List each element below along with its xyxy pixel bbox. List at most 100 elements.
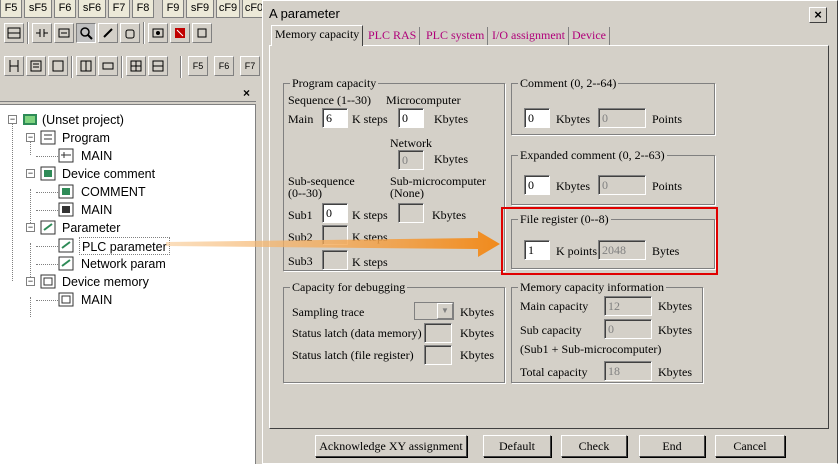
file-register-highlight	[501, 207, 718, 275]
status-latch-file-input[interactable]	[424, 345, 452, 365]
submicro-kbytes-label: Kbytes	[432, 208, 466, 222]
sub-capacity-note: (Sub1 + Sub-microcomputer)	[520, 342, 662, 356]
expanded-comment-points-label: Points	[652, 179, 683, 193]
latch-data-kbytes-label: Kbytes	[460, 326, 494, 340]
expanded-comment-points-input[interactable]: 0	[598, 175, 646, 195]
sampling-trace-select[interactable]: ▼	[414, 302, 454, 320]
toolbar-row-2: F5 F6 F7	[0, 54, 265, 80]
tab-plc-system[interactable]: PLC system	[423, 27, 489, 45]
collapse-program-toggle[interactable]: −	[26, 133, 35, 142]
total-capacity-label: Total capacity	[520, 365, 588, 379]
comment-file-icon	[58, 202, 74, 217]
tree-item-comment[interactable]: COMMENT	[81, 183, 146, 201]
memory-info-title: Memory capacity information	[518, 280, 666, 295]
default-button[interactable]: Default	[483, 435, 551, 457]
parameter-folder-icon	[40, 220, 56, 235]
fkey-f8[interactable]: F8	[132, 0, 154, 18]
check-button[interactable]: Check	[561, 435, 627, 457]
hand-icon[interactable]	[120, 23, 140, 43]
tree-item-device-comment[interactable]: Device comment	[62, 165, 155, 183]
comment-file-icon	[58, 184, 74, 199]
io-icon[interactable]	[98, 56, 118, 76]
tree-item-main-memory[interactable]: MAIN	[81, 291, 112, 309]
toolbar-row-1	[0, 22, 265, 44]
fkey-cf9[interactable]: cF9	[216, 0, 240, 18]
collapse-comment-toggle[interactable]: −	[26, 169, 35, 178]
fkey-f7[interactable]: F7	[108, 0, 130, 18]
microcomputer-input[interactable]: 0	[398, 108, 424, 128]
monitor-icon[interactable]	[76, 23, 96, 43]
device-memory-folder-icon	[40, 274, 56, 289]
pane-close-icon[interactable]: ×	[243, 86, 250, 100]
phone-icon[interactable]	[148, 23, 168, 43]
tree-item-plc-parameter[interactable]: PLC parameter	[79, 237, 170, 255]
program-list-icon[interactable]	[26, 56, 46, 76]
program-capacity-title: Program capacity	[290, 76, 379, 91]
comment-kbytes-label: Kbytes	[556, 112, 590, 126]
comment-kbytes-input[interactable]: 0	[524, 108, 550, 128]
main-capacity-label: Main capacity	[520, 299, 589, 313]
main-label: Main	[288, 112, 314, 126]
tree-item-parameter[interactable]: Parameter	[62, 219, 120, 237]
project-icon	[23, 114, 37, 125]
fkey-f9[interactable]: F9	[162, 0, 184, 18]
fkey-f6[interactable]: F6	[54, 0, 76, 18]
ladder-icon[interactable]	[4, 56, 24, 76]
sub1-ksteps-label: K steps	[352, 208, 388, 222]
fkey-sf6[interactable]: sF6	[78, 0, 106, 18]
fkey-f5[interactable]: F5	[0, 0, 22, 18]
tree-item-main-comment[interactable]: MAIN	[81, 201, 112, 219]
collapse-parameter-toggle[interactable]: −	[26, 223, 35, 232]
sub-capacity-kbytes: Kbytes	[658, 323, 692, 337]
network-label: Network	[390, 136, 432, 150]
collapse-project-toggle[interactable]: −	[8, 115, 17, 124]
sub1-input[interactable]: 0	[322, 203, 348, 223]
grid-icon[interactable]	[126, 56, 146, 76]
f6-button[interactable]: F6	[214, 56, 234, 76]
microcomputer-label: Microcomputer	[386, 93, 461, 107]
fkey-sf5[interactable]: sF5	[24, 0, 52, 18]
tree-item-program[interactable]: Program	[62, 129, 110, 147]
device-batch-icon[interactable]	[76, 56, 96, 76]
status-latch-data-input[interactable]	[424, 323, 452, 343]
cancel-button[interactable]: Cancel	[715, 435, 785, 457]
comment-group: Comment (0, 2--64) 0 Kbytes 0 Points	[511, 76, 715, 135]
plc-parameter-icon	[58, 238, 74, 253]
tab-device[interactable]: Device	[569, 27, 610, 45]
tree-item-main-program[interactable]: MAIN	[81, 147, 112, 165]
pencil-icon[interactable]	[98, 23, 118, 43]
copy-icon[interactable]	[4, 23, 24, 43]
f5-button[interactable]: F5	[188, 56, 208, 76]
f6-label: F6	[218, 61, 230, 71]
tab-memory-capacity[interactable]: Memory capacity	[271, 25, 364, 46]
comment-folder-icon	[40, 166, 56, 181]
network-kbytes-label: Kbytes	[434, 152, 468, 166]
project-tree: − − − − − (Unset project) Program MAIN D…	[0, 104, 256, 464]
end-button[interactable]: End	[639, 435, 705, 457]
tab-plc-ras[interactable]: PLC RAS	[365, 27, 421, 45]
f7-button[interactable]: F7	[240, 56, 260, 76]
fkey-sf9[interactable]: sF9	[186, 0, 214, 18]
chevron-down-icon[interactable]: ▼	[437, 303, 453, 319]
submicro-input[interactable]	[398, 203, 424, 223]
device-memory-file-icon	[58, 292, 74, 307]
acknowledge-xy-button[interactable]: Acknowledge XY assignment	[315, 435, 467, 457]
comment-points-input[interactable]: 0	[598, 108, 646, 128]
network-input[interactable]: 0	[398, 150, 424, 170]
ladder-edit-icon[interactable]	[54, 23, 74, 43]
ladder-contact-icon[interactable]	[32, 23, 52, 43]
tree-item-project[interactable]: (Unset project)	[42, 111, 124, 129]
close-icon[interactable]: ×	[809, 7, 827, 23]
expanded-comment-kbytes-input[interactable]: 0	[524, 175, 550, 195]
sub-capacity-value: 0	[604, 319, 652, 339]
tool-icon[interactable]	[192, 23, 212, 43]
split-icon[interactable]	[148, 56, 168, 76]
main-steps-input[interactable]: 6	[322, 108, 348, 128]
error-icon[interactable]	[48, 56, 68, 76]
collapse-memory-toggle[interactable]: −	[26, 277, 35, 286]
tree-item-network-param[interactable]: Network param	[81, 255, 166, 273]
latch-file-kbytes-label: Kbytes	[460, 348, 494, 362]
tree-item-device-memory[interactable]: Device memory	[62, 273, 149, 291]
stop-icon[interactable]	[170, 23, 190, 43]
tab-io-assignment[interactable]: I/O assignment	[489, 27, 569, 45]
